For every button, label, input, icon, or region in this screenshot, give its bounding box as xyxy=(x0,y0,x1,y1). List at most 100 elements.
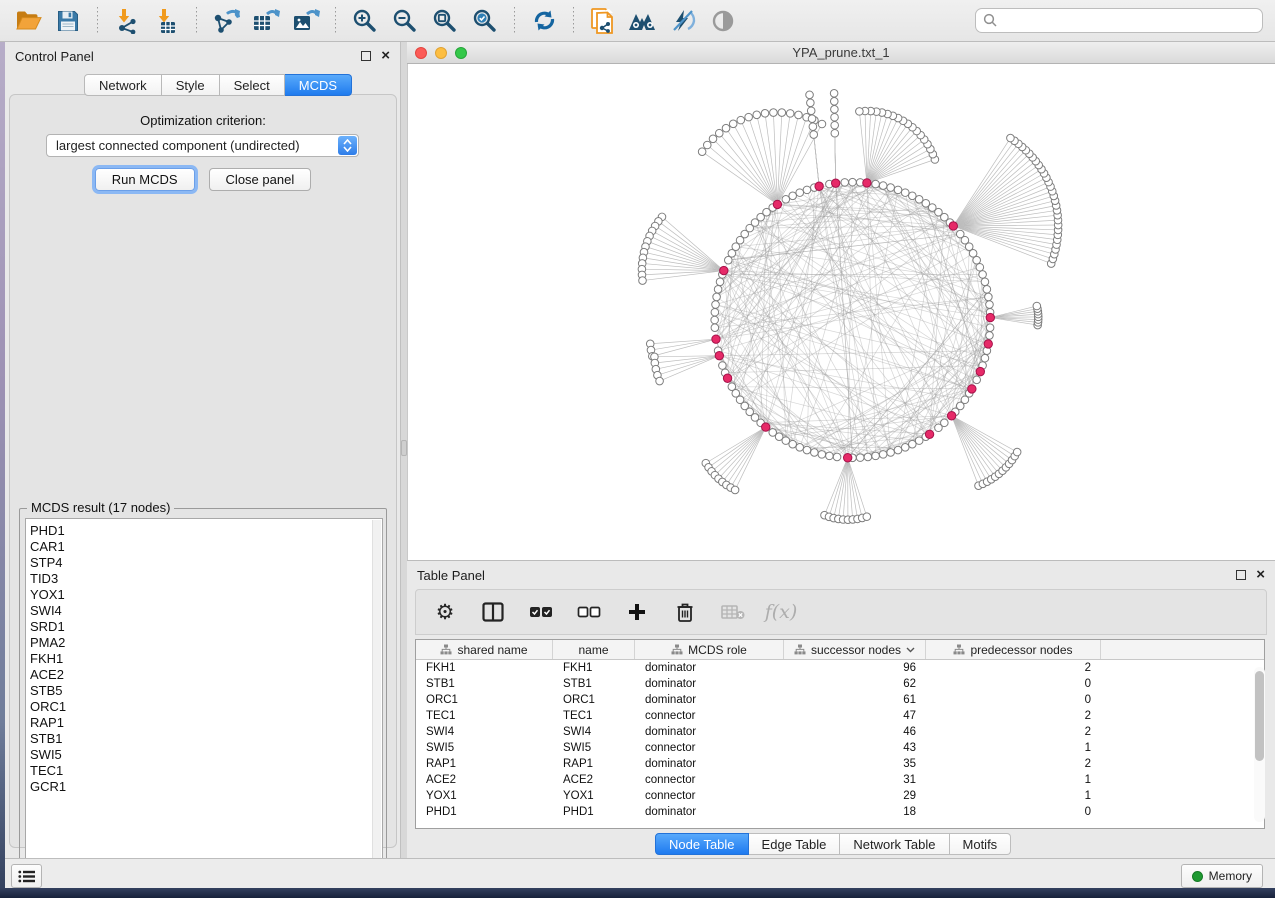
show-hide-icon[interactable] xyxy=(706,4,740,38)
column-header-predecessor-nodes[interactable]: predecessor nodes xyxy=(926,640,1101,659)
mcds-result-item[interactable]: SRD1 xyxy=(26,619,382,635)
column-type-icon xyxy=(440,644,452,655)
table-cell: YOX1 xyxy=(416,790,553,802)
search-field[interactable] xyxy=(975,8,1263,33)
column-header-successor-nodes[interactable]: successor nodes xyxy=(784,640,926,659)
tab-edge-table[interactable]: Edge Table xyxy=(749,833,841,855)
desktop-background-bottom xyxy=(0,888,1275,898)
table-scrollbar[interactable] xyxy=(1254,667,1265,822)
network-canvas[interactable] xyxy=(407,64,1275,560)
run-mcds-button[interactable]: Run MCDS xyxy=(95,168,195,191)
table-cell: 2 xyxy=(926,662,1101,674)
window-zoom-icon[interactable] xyxy=(455,47,467,59)
mcds-result-item[interactable]: FKH1 xyxy=(26,651,382,667)
desktop-background-left xyxy=(0,42,5,892)
close-panel-button[interactable]: Close panel xyxy=(209,168,312,191)
select-all-icon[interactable] xyxy=(528,599,554,625)
export-image-icon[interactable] xyxy=(289,4,323,38)
close-table-panel-icon[interactable]: × xyxy=(1256,570,1265,580)
column-type-icon xyxy=(794,644,806,655)
network-window-titlebar[interactable]: YPA_prune.txt_1 xyxy=(407,42,1275,64)
zoom-selected-icon[interactable] xyxy=(468,4,502,38)
tab-mcds[interactable]: MCDS xyxy=(285,74,352,96)
export-network-icon[interactable] xyxy=(209,4,243,38)
mcds-result-item[interactable]: SWI4 xyxy=(26,603,382,619)
mcds-result-list[interactable]: PHD1CAR1STP4TID3YOX1SWI4SRD1PMA2FKH1ACE2… xyxy=(25,518,383,874)
node-table[interactable]: shared namenameMCDS rolesuccessor nodesp… xyxy=(415,639,1265,829)
table-cell: 96 xyxy=(784,662,926,674)
table-row[interactable]: SWI5SWI5connector431 xyxy=(416,740,1264,756)
save-icon[interactable] xyxy=(51,4,85,38)
import-table-icon[interactable] xyxy=(150,4,184,38)
create-column-icon[interactable] xyxy=(624,599,650,625)
table-panel: Table Panel × ⚙ f(x) shared namenameMCDS… xyxy=(407,560,1275,858)
table-row[interactable]: YOX1YOX1connector291 xyxy=(416,788,1264,804)
window-close-icon[interactable] xyxy=(415,47,427,59)
window-minimize-icon[interactable] xyxy=(435,47,447,59)
mcds-result-item[interactable]: SWI5 xyxy=(26,747,382,763)
mcds-result-item[interactable]: STB5 xyxy=(26,683,382,699)
node-table-body: FKH1FKH1dominator962STB1STB1dominator620… xyxy=(416,660,1264,820)
table-row[interactable]: ORC1ORC1dominator610 xyxy=(416,692,1264,708)
column-header-MCDS-role[interactable]: MCDS role xyxy=(635,640,784,659)
mcds-result-item[interactable]: CAR1 xyxy=(26,539,382,555)
zoom-fit-icon[interactable] xyxy=(428,4,462,38)
zoom-out-icon[interactable] xyxy=(388,4,422,38)
float-panel-icon[interactable] xyxy=(361,51,371,61)
mcds-result-item[interactable]: TEC1 xyxy=(26,763,382,779)
network-window-title: YPA_prune.txt_1 xyxy=(792,45,889,60)
memory-button[interactable]: Memory xyxy=(1181,864,1263,888)
table-cell: SWI5 xyxy=(553,742,635,754)
tab-network-table[interactable]: Network Table xyxy=(840,833,949,855)
mcds-result-item[interactable]: GCR1 xyxy=(26,779,382,795)
table-cell: FKH1 xyxy=(416,662,553,674)
column-pane-icon[interactable] xyxy=(480,599,506,625)
criterion-dropdown[interactable]: largest connected component (undirected) xyxy=(46,134,359,157)
import-network-icon[interactable] xyxy=(110,4,144,38)
memory-status-icon xyxy=(1192,871,1203,882)
export-table-icon[interactable] xyxy=(249,4,283,38)
mcds-result-item[interactable]: YOX1 xyxy=(26,587,382,603)
mcds-result-item[interactable]: RAP1 xyxy=(26,715,382,731)
table-options-icon[interactable]: ⚙ xyxy=(432,599,458,625)
table-row[interactable]: PHD1PHD1dominator180 xyxy=(416,804,1264,820)
tab-motifs[interactable]: Motifs xyxy=(950,833,1012,855)
clone-network-icon[interactable] xyxy=(586,4,620,38)
tab-style[interactable]: Style xyxy=(162,74,220,96)
table-row[interactable]: RAP1RAP1dominator352 xyxy=(416,756,1264,772)
table-cell: dominator xyxy=(635,726,784,738)
mcds-result-item[interactable]: ORC1 xyxy=(26,699,382,715)
close-panel-icon[interactable]: × xyxy=(381,51,390,61)
delete-column-icon[interactable] xyxy=(672,599,698,625)
table-cell: PHD1 xyxy=(416,806,553,818)
table-scrollbar-thumb[interactable] xyxy=(1255,671,1264,761)
table-row[interactable]: FKH1FKH1dominator962 xyxy=(416,660,1264,676)
tab-node-table[interactable]: Node Table xyxy=(655,833,749,855)
apply-layout-icon[interactable] xyxy=(527,4,561,38)
mcds-result-item[interactable]: ACE2 xyxy=(26,667,382,683)
open-folder-icon[interactable] xyxy=(11,4,45,38)
table-row[interactable]: ACE2ACE2connector311 xyxy=(416,772,1264,788)
column-header-name[interactable]: name xyxy=(553,640,635,659)
mcds-result-item[interactable]: STP4 xyxy=(26,555,382,571)
table-row[interactable]: STB1STB1dominator620 xyxy=(416,676,1264,692)
search-input[interactable] xyxy=(998,14,1262,28)
table-cell: connector xyxy=(635,742,784,754)
column-header-shared-name[interactable]: shared name xyxy=(416,640,553,659)
mcds-result-item[interactable]: STB1 xyxy=(26,731,382,747)
mcds-result-item[interactable]: PHD1 xyxy=(26,523,382,539)
deselect-all-icon[interactable] xyxy=(576,599,602,625)
hide-selected-icon[interactable] xyxy=(666,4,700,38)
table-row[interactable]: SWI4SWI4dominator462 xyxy=(416,724,1264,740)
zoom-in-icon[interactable] xyxy=(348,4,382,38)
first-neighbors-icon[interactable] xyxy=(626,4,660,38)
tab-network[interactable]: Network xyxy=(84,74,162,96)
mcds-result-item[interactable]: TID3 xyxy=(26,571,382,587)
tab-select[interactable]: Select xyxy=(220,74,285,96)
mcds-result-group: MCDS result (17 nodes) PHD1CAR1STP4TID3Y… xyxy=(19,508,387,880)
result-list-scrollbar[interactable] xyxy=(372,520,381,872)
float-table-panel-icon[interactable] xyxy=(1236,570,1246,580)
task-history-button[interactable] xyxy=(11,864,42,888)
table-row[interactable]: TEC1TEC1connector472 xyxy=(416,708,1264,724)
mcds-result-item[interactable]: PMA2 xyxy=(26,635,382,651)
